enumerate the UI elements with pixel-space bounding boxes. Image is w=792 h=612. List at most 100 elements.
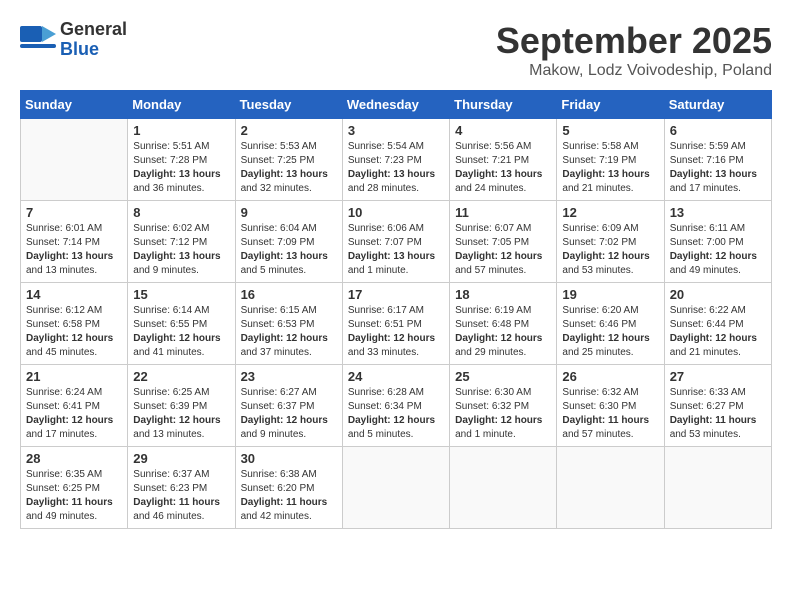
weekday-header-monday: Monday <box>128 91 235 119</box>
day-number: 15 <box>133 287 229 302</box>
calendar-cell: 24Sunrise: 6:28 AMSunset: 6:34 PMDayligh… <box>342 365 449 447</box>
calendar-cell: 28 Sunrise: 6:35 AMSunset: 6:25 PMDayligh… <box>21 447 128 529</box>
day-number: 2 <box>241 123 337 138</box>
calendar-cell: 30 Sunrise: 6:38 AMSunset: 6:20 PMDayligh… <box>235 447 342 529</box>
day-number: 23 <box>241 369 337 384</box>
day-number: 21 <box>26 369 122 384</box>
day-info: Sunrise: 6:22 AMSunset: 6:44 PMDaylight:… <box>670 304 766 360</box>
calendar-cell: 6 Sunrise: 5:59 AMSunset: 7:16 PMDaylight… <box>664 119 771 201</box>
calendar-cell: 19 Sunrise: 6:20 AMSunset: 6:46 PMDayligh… <box>557 283 664 365</box>
day-number: 26 <box>562 369 658 384</box>
day-info: Sunrise: 6:04 AMSunset: 7:09 PMDaylight:… <box>241 222 337 278</box>
day-info: Sunrise: 6:32 AMSunset: 6:30 PMDaylight:… <box>562 386 658 442</box>
calendar-cell <box>450 447 557 529</box>
calendar-week-row: 1 Sunrise: 5:51 AMSunset: 7:28 PMDaylight… <box>21 119 772 201</box>
day-number: 16 <box>241 287 337 302</box>
calendar-cell: 1 Sunrise: 5:51 AMSunset: 7:28 PMDaylight… <box>128 119 235 201</box>
day-number: 1 <box>133 123 229 138</box>
day-number: 18 <box>455 287 551 302</box>
calendar-week-row: 28 Sunrise: 6:35 AMSunset: 6:25 PMDayligh… <box>21 447 772 529</box>
calendar-cell: 9 Sunrise: 6:04 AMSunset: 7:09 PMDaylight… <box>235 201 342 283</box>
day-number: 25 <box>455 369 551 384</box>
weekday-header-thursday: Thursday <box>450 91 557 119</box>
month-title: September 2025 <box>496 20 772 62</box>
day-number: 22 <box>133 369 229 384</box>
day-info: Sunrise: 6:17 AMSunset: 6:51 PMDaylight:… <box>348 304 444 360</box>
weekday-header-friday: Friday <box>557 91 664 119</box>
calendar-cell: 16 Sunrise: 6:15 AMSunset: 6:53 PMDayligh… <box>235 283 342 365</box>
day-info: Sunrise: 6:02 AMSunset: 7:12 PMDaylight:… <box>133 222 229 278</box>
weekday-header-tuesday: Tuesday <box>235 91 342 119</box>
day-info: Sunrise: 6:35 AMSunset: 6:25 PMDaylight:… <box>26 468 122 524</box>
logo-icon <box>20 26 56 54</box>
day-number: 3 <box>348 123 444 138</box>
logo-text-general: General <box>60 20 127 40</box>
logo: General Blue <box>20 20 127 60</box>
calendar-cell <box>342 447 449 529</box>
day-number: 6 <box>670 123 766 138</box>
calendar-cell <box>21 119 128 201</box>
day-info: Sunrise: 6:09 AMSunset: 7:02 PMDaylight:… <box>562 222 658 278</box>
day-info: Sunrise: 6:12 AMSunset: 6:58 PMDaylight:… <box>26 304 122 360</box>
title-area: September 2025 Makow, Lodz Voivodeship, … <box>496 20 772 80</box>
day-info: Sunrise: 5:51 AMSunset: 7:28 PMDaylight:… <box>133 140 229 196</box>
day-info: Sunrise: 6:06 AMSunset: 7:07 PMDaylight:… <box>348 222 444 278</box>
day-number: 20 <box>670 287 766 302</box>
day-number: 28 <box>26 451 122 466</box>
weekday-header-wednesday: Wednesday <box>342 91 449 119</box>
day-number: 4 <box>455 123 551 138</box>
day-info: Sunrise: 6:37 AMSunset: 6:23 PMDaylight:… <box>133 468 229 524</box>
day-info: Sunrise: 6:01 AMSunset: 7:14 PMDaylight:… <box>26 222 122 278</box>
day-number: 8 <box>133 205 229 220</box>
day-number: 27 <box>670 369 766 384</box>
calendar-cell: 13Sunrise: 6:11 AMSunset: 7:00 PMDayligh… <box>664 201 771 283</box>
calendar-cell: 18 Sunrise: 6:19 AMSunset: 6:48 PMDayligh… <box>450 283 557 365</box>
day-info: Sunrise: 6:20 AMSunset: 6:46 PMDaylight:… <box>562 304 658 360</box>
calendar-cell: 20 Sunrise: 6:22 AMSunset: 6:44 PMDayligh… <box>664 283 771 365</box>
day-number: 29 <box>133 451 229 466</box>
day-info: Sunrise: 6:27 AMSunset: 6:37 PMDaylight:… <box>241 386 337 442</box>
day-info: Sunrise: 6:07 AMSunset: 7:05 PMDaylight:… <box>455 222 551 278</box>
day-info: Sunrise: 5:58 AMSunset: 7:19 PMDaylight:… <box>562 140 658 196</box>
calendar-cell <box>557 447 664 529</box>
calendar-cell: 14Sunrise: 6:12 AMSunset: 6:58 PMDayligh… <box>21 283 128 365</box>
day-info: Sunrise: 6:15 AMSunset: 6:53 PMDaylight:… <box>241 304 337 360</box>
calendar-cell: 23 Sunrise: 6:27 AMSunset: 6:37 PMDayligh… <box>235 365 342 447</box>
calendar-cell: 7 Sunrise: 6:01 AMSunset: 7:14 PMDaylight… <box>21 201 128 283</box>
calendar-cell: 15 Sunrise: 6:14 AMSunset: 6:55 PMDayligh… <box>128 283 235 365</box>
day-info: Sunrise: 5:54 AMSunset: 7:23 PMDaylight:… <box>348 140 444 196</box>
calendar-cell: 10Sunrise: 6:06 AMSunset: 7:07 PMDayligh… <box>342 201 449 283</box>
calendar-table: SundayMondayTuesdayWednesdayThursdayFrid… <box>20 90 772 529</box>
day-number: 30 <box>241 451 337 466</box>
weekday-header-sunday: Sunday <box>21 91 128 119</box>
day-number: 24 <box>348 369 444 384</box>
day-number: 17 <box>348 287 444 302</box>
calendar-cell: 22 Sunrise: 6:25 AMSunset: 6:39 PMDayligh… <box>128 365 235 447</box>
calendar-cell: 29 Sunrise: 6:37 AMSunset: 6:23 PMDayligh… <box>128 447 235 529</box>
calendar-cell: 8 Sunrise: 6:02 AMSunset: 7:12 PMDaylight… <box>128 201 235 283</box>
day-info: Sunrise: 5:53 AMSunset: 7:25 PMDaylight:… <box>241 140 337 196</box>
calendar-cell: 27Sunrise: 6:33 AMSunset: 6:27 PMDayligh… <box>664 365 771 447</box>
calendar-cell: 17 Sunrise: 6:17 AMSunset: 6:51 PMDayligh… <box>342 283 449 365</box>
calendar-cell: 3 Sunrise: 5:54 AMSunset: 7:23 PMDaylight… <box>342 119 449 201</box>
day-info: Sunrise: 5:59 AMSunset: 7:16 PMDaylight:… <box>670 140 766 196</box>
day-number: 12 <box>562 205 658 220</box>
day-info: Sunrise: 6:25 AMSunset: 6:39 PMDaylight:… <box>133 386 229 442</box>
day-number: 9 <box>241 205 337 220</box>
calendar-cell: 11 Sunrise: 6:07 AMSunset: 7:05 PMDayligh… <box>450 201 557 283</box>
day-number: 5 <box>562 123 658 138</box>
calendar-cell: 26 Sunrise: 6:32 AMSunset: 6:30 PMDayligh… <box>557 365 664 447</box>
day-number: 7 <box>26 205 122 220</box>
calendar-week-row: 21 Sunrise: 6:24 AMSunset: 6:41 PMDayligh… <box>21 365 772 447</box>
day-info: Sunrise: 6:19 AMSunset: 6:48 PMDaylight:… <box>455 304 551 360</box>
calendar-week-row: 7 Sunrise: 6:01 AMSunset: 7:14 PMDaylight… <box>21 201 772 283</box>
day-number: 13 <box>670 205 766 220</box>
weekday-header-saturday: Saturday <box>664 91 771 119</box>
page-header: General Blue September 2025 Makow, Lodz … <box>20 20 772 80</box>
day-info: Sunrise: 6:14 AMSunset: 6:55 PMDaylight:… <box>133 304 229 360</box>
day-number: 19 <box>562 287 658 302</box>
day-number: 11 <box>455 205 551 220</box>
weekday-header-row: SundayMondayTuesdayWednesdayThursdayFrid… <box>21 91 772 119</box>
day-info: Sunrise: 6:38 AMSunset: 6:20 PMDaylight:… <box>241 468 337 524</box>
day-info: Sunrise: 6:24 AMSunset: 6:41 PMDaylight:… <box>26 386 122 442</box>
